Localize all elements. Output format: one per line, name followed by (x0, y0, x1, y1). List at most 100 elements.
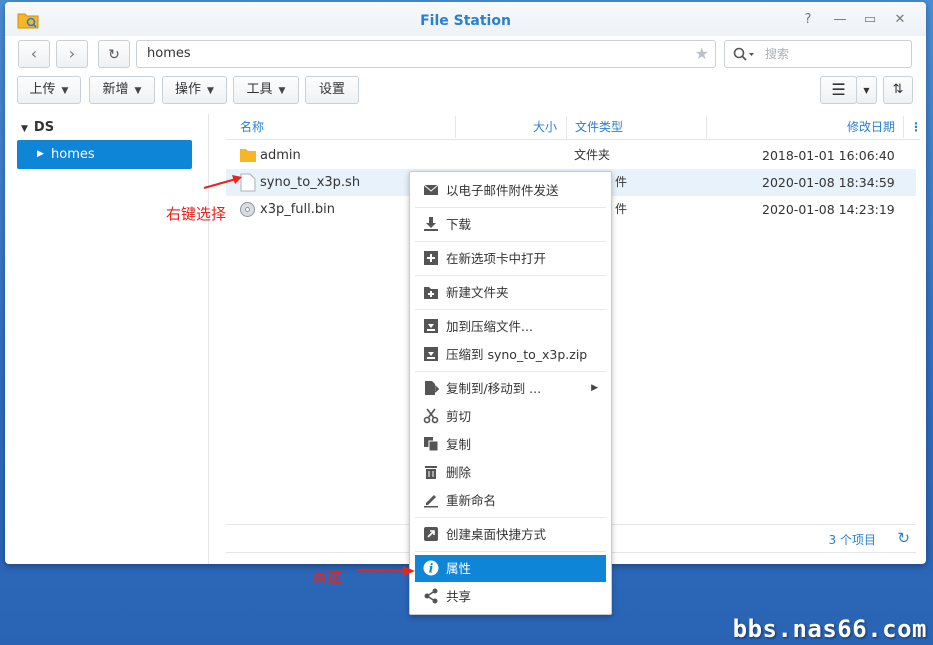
caret-down-icon: ▼ (207, 86, 214, 96)
action-label: 操作 (175, 82, 202, 97)
file-name: admin (260, 148, 301, 163)
tools-button[interactable]: 工具 ▼ (233, 76, 299, 104)
help-icon[interactable]: ? (800, 12, 816, 28)
menu-item-add-to-archive[interactable]: 加到压缩文件... (415, 313, 606, 340)
caret-down-icon: ▼ (134, 86, 142, 96)
upload-button[interactable]: 上传 ▼ (17, 76, 81, 104)
menu-item-copy[interactable]: 复制 (415, 431, 606, 458)
refresh-icon: ↻ (108, 47, 120, 63)
menu-item-delete[interactable]: 删除 (415, 459, 606, 486)
tree-root-label: DS (33, 120, 55, 135)
menu-item-download[interactable]: 下载 (415, 211, 606, 238)
menu-item-compress[interactable]: 压缩到 syno_to_x3p.zip (415, 341, 606, 368)
star-icon[interactable]: ★ (695, 41, 709, 67)
watermark: bbs.nas66.com (732, 615, 927, 643)
copy-move-icon (425, 381, 439, 395)
folder-tree: ▼ DS ▶ homes (5, 114, 209, 564)
chevron-left-icon: ‹ (30, 44, 38, 63)
list-view-icon: ☰ (831, 80, 846, 99)
tree-item-homes[interactable]: ▶ homes (17, 140, 192, 169)
menu-item-label: 剪切 (446, 409, 472, 424)
settings-button[interactable]: 设置 (305, 76, 359, 104)
menu-item-open-new-tab[interactable]: 在新选项卡中打开 (415, 245, 606, 272)
search-icon (733, 47, 754, 61)
annotation-click-here: 点这 (312, 568, 343, 586)
column-header: 名称 大小 文件类型 修改日期 ⋮ (226, 114, 922, 140)
path-text: homes (147, 46, 191, 61)
submenu-arrow-icon: ▶ (591, 383, 598, 393)
menu-item-desktop-shortcut[interactable]: 创建桌面快捷方式 (415, 521, 606, 548)
forward-button[interactable]: › (56, 40, 88, 68)
menu-item-label: 下载 (446, 217, 472, 232)
upload-label: 上传 (29, 82, 56, 97)
folder-icon (240, 149, 256, 162)
mail-icon (423, 184, 439, 195)
tree-item-label: homes (51, 147, 95, 162)
shortcut-icon (424, 527, 438, 541)
scissors-icon (423, 408, 439, 424)
search-placeholder: 搜索 (765, 47, 790, 61)
menu-item-rename[interactable]: 重新命名 (415, 487, 606, 514)
menu-item-properties[interactable]: i 属性 (415, 555, 606, 582)
menu-item-label: 以电子邮件附件发送 (446, 183, 559, 198)
info-icon: i (423, 560, 439, 576)
path-field[interactable]: homes ★ (136, 40, 716, 68)
file-type: 文件夹 (574, 148, 611, 162)
minimize-icon[interactable]: — (832, 12, 848, 28)
action-toolbar: 上传 ▼ 新增 ▼ 操作 ▼ 工具 ▼ 设置 ☰ ▼ ⇅ (5, 76, 926, 106)
window-title: File Station (420, 13, 511, 29)
back-button[interactable]: ‹ (18, 40, 50, 68)
trash-icon (425, 466, 437, 479)
caret-down-icon: ▼ (61, 86, 69, 96)
menu-item-label: 复制 (446, 437, 472, 452)
column-options-icon[interactable]: ⋮ (910, 114, 922, 140)
menu-item-new-folder[interactable]: 新建文件夹 (415, 279, 606, 306)
refresh-list-icon[interactable]: ↻ (897, 529, 910, 547)
annotation-arrow (203, 175, 242, 189)
title-bar: File Station ? — ▭ ✕ (5, 2, 926, 36)
file-modified: 2020-01-08 18:34:59 (762, 175, 895, 190)
view-dropdown-button[interactable]: ▼ (856, 76, 877, 104)
navigation-bar: ‹ › ↻ homes ★ 搜索 (5, 40, 926, 72)
menu-item-cut[interactable]: 剪切 (415, 403, 606, 430)
rename-icon (424, 495, 438, 508)
close-icon[interactable]: ✕ (892, 12, 908, 28)
refresh-button[interactable]: ↻ (98, 40, 130, 68)
menu-item-label: 在新选项卡中打开 (446, 251, 547, 266)
svg-text:i: i (429, 562, 434, 576)
maximize-icon[interactable]: ▭ (862, 12, 878, 28)
search-input[interactable]: 搜索 (724, 40, 912, 68)
download-icon (424, 217, 438, 231)
context-menu: 以电子邮件附件发送 下载 在新选项卡中打开 新建文件夹 加到压缩文件... 压缩… (409, 171, 612, 615)
caret-right-icon: ▶ (37, 149, 44, 159)
tools-label: 工具 (246, 82, 273, 97)
copy-icon (424, 437, 439, 452)
menu-item-copy-move[interactable]: 复制到/移动到 ... ▶ (415, 375, 606, 402)
file-row[interactable]: admin 文件夹 2018-01-01 16:06:40 (226, 142, 916, 169)
menu-item-label: 共享 (446, 589, 472, 604)
annotation-arrow (356, 566, 415, 576)
tree-root[interactable]: ▼ DS (21, 120, 54, 135)
new-button[interactable]: 新增 ▼ (89, 76, 155, 104)
column-type[interactable]: 文件类型 (575, 114, 623, 140)
column-size[interactable]: 大小 (533, 114, 557, 140)
annotation-right-click: 右键选择 (166, 205, 227, 223)
action-button[interactable]: 操作 ▼ (162, 76, 227, 104)
sort-button[interactable]: ⇅ (883, 76, 913, 104)
menu-item-label: 创建桌面快捷方式 (446, 527, 547, 542)
menu-item-label: 压缩到 syno_to_x3p.zip (446, 347, 588, 362)
menu-item-share[interactable]: 共享 (415, 583, 606, 610)
menu-item-label: 重新命名 (446, 493, 497, 508)
column-name[interactable]: 名称 (240, 114, 264, 140)
new-tab-icon (424, 251, 438, 265)
share-icon (424, 588, 438, 604)
list-view-button[interactable]: ☰ (820, 76, 857, 104)
column-modified[interactable]: 修改日期 (847, 114, 895, 140)
menu-item-label: 属性 (446, 561, 472, 576)
chevron-right-icon: › (68, 44, 76, 63)
archive-icon (424, 319, 438, 333)
file-name: x3p_full.bin (260, 202, 335, 217)
file-modified: 2020-01-08 14:23:19 (762, 202, 895, 217)
caret-down-icon: ▼ (863, 86, 870, 95)
menu-item-email[interactable]: 以电子邮件附件发送 (415, 177, 606, 204)
